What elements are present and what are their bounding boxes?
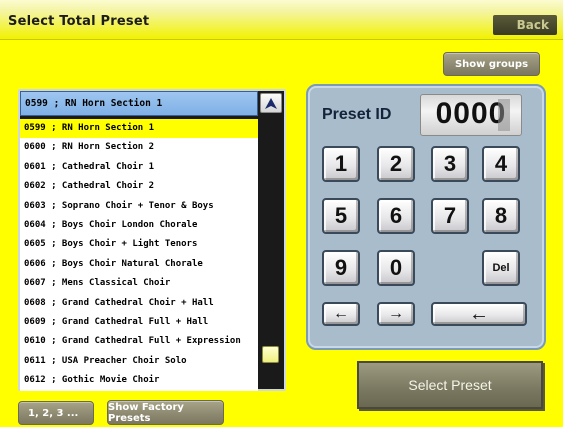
list-item[interactable]: 0609 ; Grand Cathedral Full + Hall bbox=[20, 313, 258, 332]
list-item[interactable]: 0605 ; Boys Choir + Light Tenors bbox=[20, 235, 258, 254]
cursor-right-button[interactable]: → bbox=[377, 302, 415, 326]
key-5[interactable]: 5 bbox=[322, 198, 360, 234]
key-3[interactable]: 3 bbox=[431, 146, 469, 182]
show-groups-button[interactable]: Show groups bbox=[443, 52, 540, 76]
input-cursor bbox=[498, 99, 510, 131]
delete-button[interactable]: Del bbox=[482, 250, 520, 286]
title-bar: Select Total Preset Back bbox=[0, 0, 563, 40]
page-title: Select Total Preset bbox=[8, 14, 150, 29]
list-item[interactable]: 0599 ; RN Horn Section 1 bbox=[20, 119, 258, 139]
preset-id-label: Preset ID bbox=[322, 106, 392, 123]
preset-keypad: Preset ID 0000 1 2 3 4 5 6 7 8 9 0 Del ←… bbox=[306, 84, 546, 350]
list-item[interactable]: 0611 ; USA Preacher Choir Solo bbox=[20, 352, 258, 371]
key-7[interactable]: 7 bbox=[431, 198, 469, 234]
back-button[interactable]: Back bbox=[493, 15, 557, 35]
list-item[interactable]: 0612 ; Gothic Movie Choir bbox=[20, 371, 258, 390]
list-item[interactable]: 0607 ; Mens Classical Choir bbox=[20, 274, 258, 293]
chevron-up-icon bbox=[265, 97, 277, 109]
list-item[interactable]: 0606 ; Boys Choir Natural Chorale bbox=[20, 255, 258, 274]
list-item[interactable]: 0608 ; Grand Cathedral Choir + Hall bbox=[20, 294, 258, 313]
preset-list-panel: 0599 ; RN Horn Section 1 0599 ; RN Horn … bbox=[18, 89, 286, 391]
numbers-button[interactable]: 1, 2, 3 ... bbox=[18, 401, 94, 425]
key-6[interactable]: 6 bbox=[377, 198, 415, 234]
key-9[interactable]: 9 bbox=[322, 250, 360, 286]
backspace-button[interactable]: ← bbox=[431, 302, 527, 326]
list-header-current: 0599 ; RN Horn Section 1 bbox=[20, 91, 258, 116]
show-factory-presets-button[interactable]: Show Factory Presets bbox=[107, 400, 224, 425]
key-4[interactable]: 4 bbox=[482, 146, 520, 182]
cursor-left-button[interactable]: ← bbox=[322, 302, 360, 326]
list-item[interactable]: 0603 ; Soprano Choir + Tenor & Boys bbox=[20, 197, 258, 216]
list-item[interactable]: 0601 ; Cathedral Choir 1 bbox=[20, 158, 258, 177]
preset-list: 0599 ; RN Horn Section 1 0600 ; RN Horn … bbox=[20, 119, 258, 391]
list-item[interactable]: 0602 ; Cathedral Choir 2 bbox=[20, 177, 258, 196]
list-item[interactable]: 0600 ; RN Horn Section 2 bbox=[20, 138, 258, 157]
key-1[interactable]: 1 bbox=[322, 146, 360, 182]
key-8[interactable]: 8 bbox=[482, 198, 520, 234]
select-preset-button[interactable]: Select Preset bbox=[357, 361, 543, 409]
key-0[interactable]: 0 bbox=[377, 250, 415, 286]
scrollbar-thumb[interactable] bbox=[262, 346, 279, 363]
list-item[interactable]: 0604 ; Boys Choir London Chorale bbox=[20, 216, 258, 235]
key-2[interactable]: 2 bbox=[377, 146, 415, 182]
scrollbar-track[interactable] bbox=[260, 117, 282, 389]
preset-id-display: 0000 bbox=[420, 94, 522, 136]
scroll-up-button[interactable] bbox=[260, 93, 282, 113]
list-item[interactable]: 0610 ; Grand Cathedral Full + Expression bbox=[20, 332, 258, 351]
